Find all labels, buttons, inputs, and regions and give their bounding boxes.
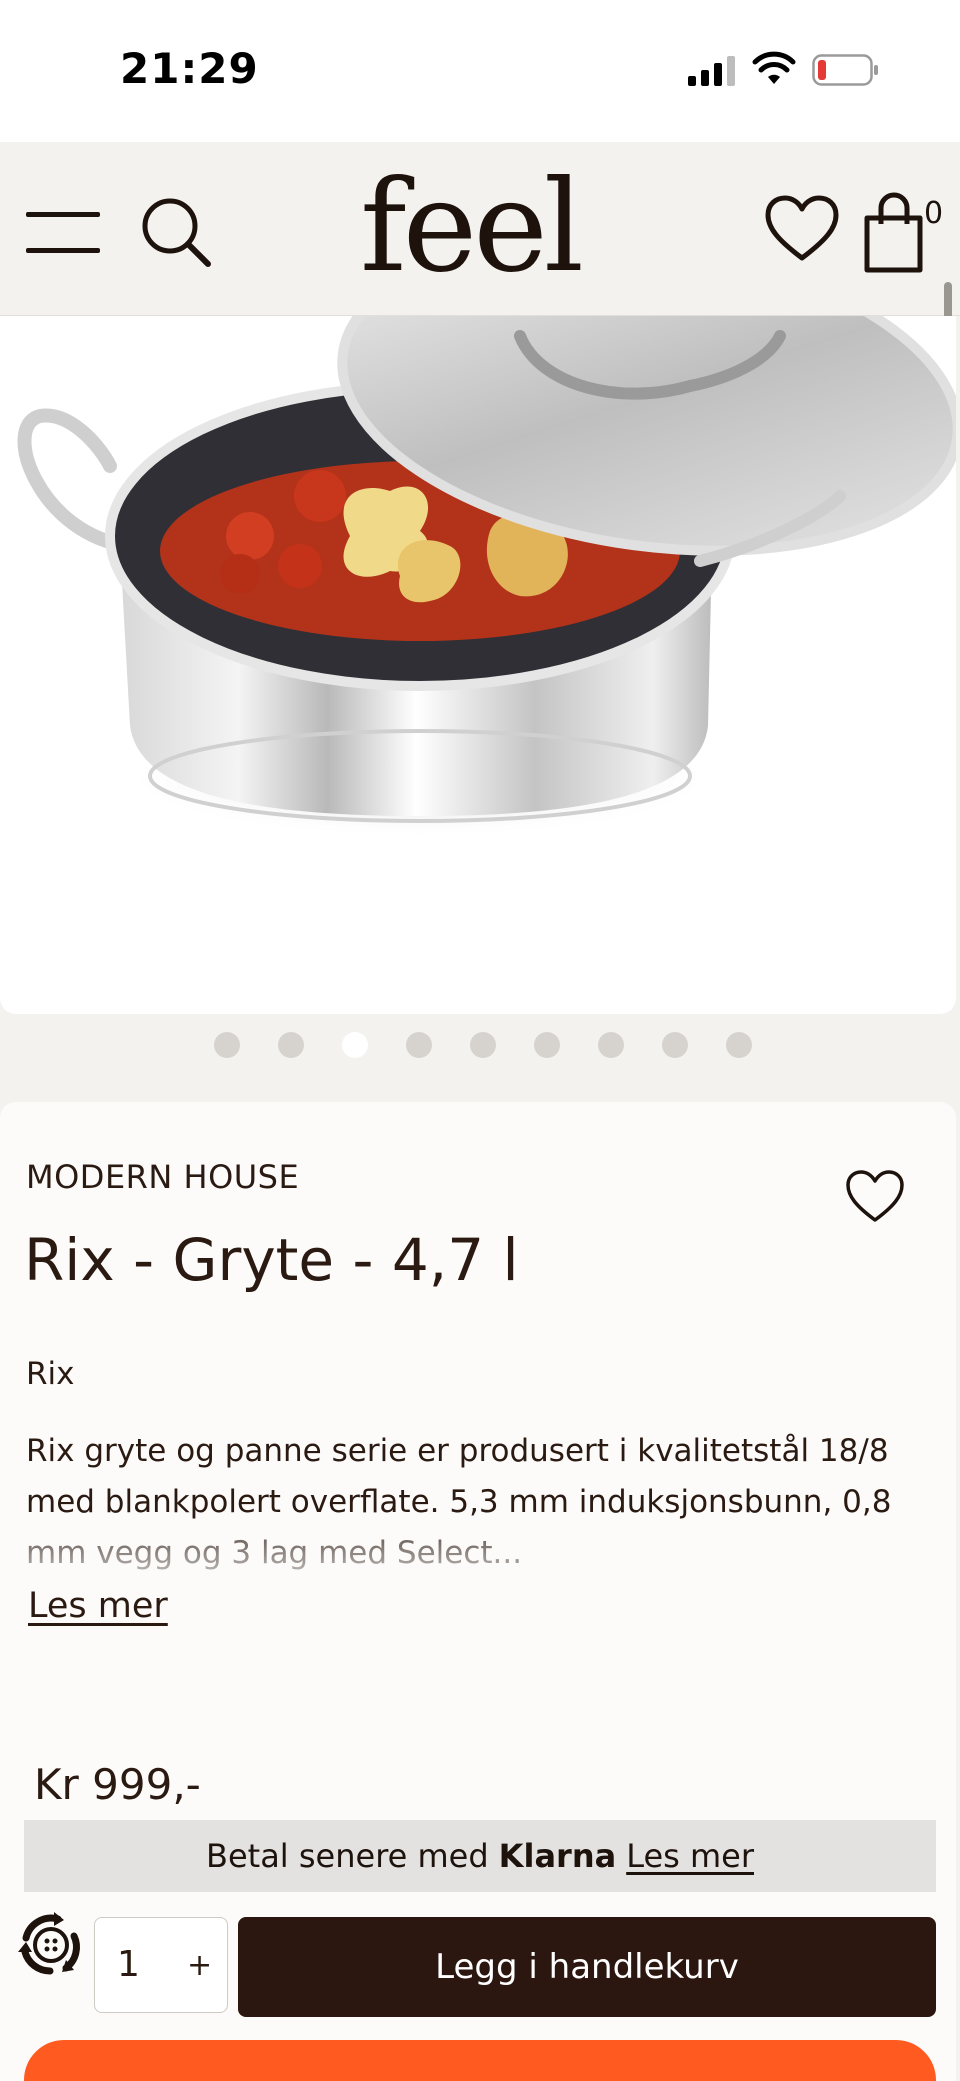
search-icon[interactable] [138,194,214,270]
product-price: Kr 999,- [34,1760,201,1809]
hamburger-menu-icon[interactable] [26,212,102,258]
quantity-stepper[interactable]: 1 + [94,1917,228,2013]
battery-low-icon [812,54,878,86]
product-subtitle: Rix [26,1356,75,1392]
quantity-increase-button[interactable]: + [187,1948,212,1983]
product-brand[interactable]: MODERN HOUSE [26,1158,299,1196]
gallery-dot[interactable] [342,1032,368,1058]
add-to-cart-button[interactable]: Legg i handlekurv [238,1917,936,2017]
product-title: Rix - Gryte - 4,7 l [24,1226,519,1294]
secondary-orange-button[interactable] [24,2040,936,2081]
gallery-dot[interactable] [662,1032,688,1058]
status-time: 21:29 [120,44,259,93]
site-logo[interactable]: feel [360,164,584,290]
wishlist-heart-icon[interactable] [764,194,840,264]
gallery-dot[interactable] [470,1032,496,1058]
gallery-dot[interactable] [406,1032,432,1058]
cellular-signal-icon [688,56,735,86]
klarna-prefix-text: Betal senere med [206,1837,489,1875]
gallery-dot[interactable] [534,1032,560,1058]
gallery-pagination-dots [0,1032,960,1062]
product-image-gallery[interactable] [0,316,956,1014]
klarna-read-more-link[interactable]: Les mer [626,1837,754,1875]
read-more-link[interactable]: Les mer [28,1586,168,1626]
cart-count-badge: 0 [924,196,944,231]
recycle-icon[interactable] [14,1908,88,1982]
gallery-dot[interactable] [214,1032,240,1058]
quantity-value[interactable]: 1 [117,1944,140,1985]
status-bar: 21:29 [0,0,960,142]
klarna-banner: Betal senere med Klarna Les mer [24,1820,936,1892]
product-image-pot [17,316,956,838]
klarna-brand: Klarna [498,1837,617,1875]
product-info-card: MODERN HOUSE Rix - Gryte - 4,7 l Rix Rix… [0,1102,956,2081]
gallery-dot[interactable] [278,1032,304,1058]
gallery-dot[interactable] [726,1032,752,1058]
wifi-icon [752,51,796,84]
gallery-dot[interactable] [598,1032,624,1058]
site-header: feel 0 [0,142,960,316]
add-to-wishlist-heart-icon[interactable] [844,1168,906,1224]
